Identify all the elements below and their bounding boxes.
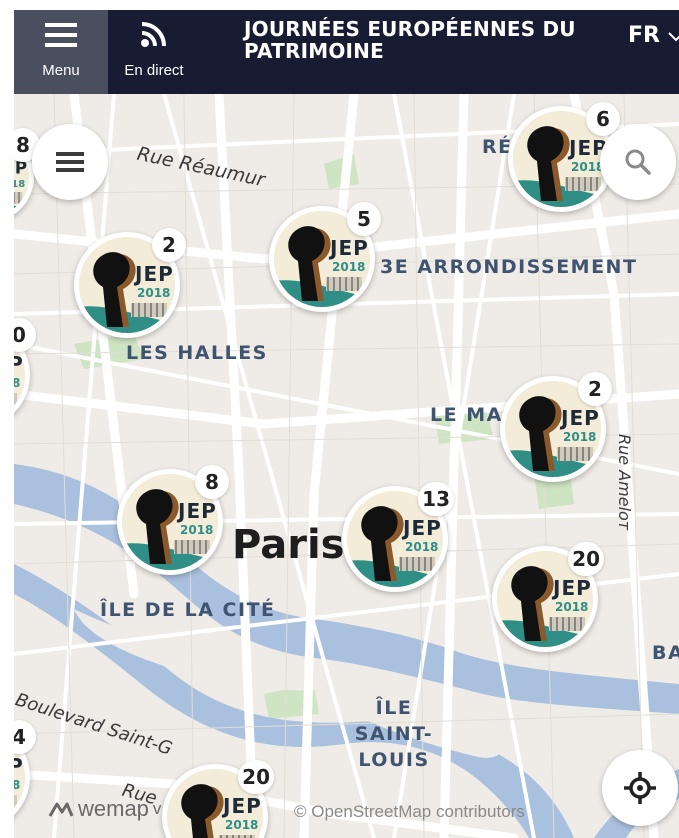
map-menu-button[interactable]: [32, 124, 108, 200]
wemap-brand[interactable]: wemap v: [48, 796, 161, 822]
svg-text:JEP: JEP: [14, 352, 24, 376]
cluster-marker[interactable]: JEP 2018 5: [269, 202, 381, 312]
cluster-count: 2: [578, 372, 612, 406]
rss-icon: [140, 22, 168, 48]
district-label-ba: BA: [652, 642, 679, 664]
district-label-le-marais: LE MA: [430, 404, 503, 426]
svg-text:2018: 2018: [332, 260, 365, 274]
cluster-marker[interactable]: JEP 2018 2: [500, 372, 612, 482]
svg-text:JEP: JEP: [133, 262, 174, 286]
top-navbar: Menu En direct JOURNÉES EUROPÉENNES DU P…: [14, 10, 679, 94]
crosshair-icon: [624, 772, 656, 804]
live-label: En direct: [124, 62, 184, 79]
svg-text:JEP: JEP: [176, 499, 217, 523]
cluster-count: 13: [418, 482, 454, 516]
cluster-count: 8: [195, 465, 229, 499]
svg-text:2018: 2018: [405, 540, 438, 554]
app-root: Menu En direct JOURNÉES EUROPÉENNES DU P…: [0, 0, 679, 838]
site-title: JOURNÉES EUROPÉENNES DU PATRIMOINE: [244, 17, 576, 63]
cluster-count: 5: [347, 202, 381, 236]
svg-text:2018: 2018: [225, 818, 258, 832]
language-selector[interactable]: FR: [628, 23, 679, 48]
map-view[interactable]: Rue Réaumur Boulevard Saint-G Rue Ameloт…: [14, 94, 679, 838]
list-icon: [56, 152, 84, 172]
svg-text:JEP: JEP: [559, 406, 600, 430]
street-label-amelot: Rue Ameloт: [615, 434, 634, 531]
menu-label: Menu: [42, 62, 80, 79]
svg-text:2018: 2018: [14, 778, 20, 792]
cluster-count: 2: [152, 228, 186, 262]
district-label-ile-de-la-cite: ÎLE DE LA CITÉ: [100, 599, 276, 621]
svg-text:2018: 2018: [14, 376, 20, 390]
locate-me-button[interactable]: [602, 750, 678, 826]
chevron-down-icon: [668, 23, 679, 48]
wemap-brand-text: wemap: [78, 796, 149, 821]
svg-text:2018: 2018: [555, 600, 588, 614]
svg-text:JEP: JEP: [14, 754, 24, 778]
hamburger-icon: [44, 22, 78, 48]
cluster-marker[interactable]: JEP 2018 2: [74, 228, 186, 338]
search-button[interactable]: [600, 124, 676, 200]
district-label-3e: 3E ARRONDISSEMENT: [380, 256, 638, 278]
svg-text:2018: 2018: [14, 179, 25, 190]
cluster-marker[interactable]: JEP 2018 13: [342, 482, 454, 592]
cluster-marker[interactable]: JEP 2018 20: [492, 542, 604, 652]
svg-text:JEP: JEP: [221, 794, 262, 818]
cluster-marker[interactable]: JEP 2018 6: [508, 102, 620, 212]
svg-text:2018: 2018: [563, 430, 596, 444]
language-code: FR: [628, 23, 660, 48]
svg-text:2018: 2018: [137, 286, 170, 300]
wemap-brand-suffix: v: [152, 799, 162, 818]
svg-text:JEP: JEP: [328, 236, 369, 260]
live-button[interactable]: En direct: [108, 10, 200, 94]
search-icon: [625, 149, 651, 175]
svg-text:JEP: JEP: [551, 576, 592, 600]
cluster-count: 20: [568, 542, 604, 576]
city-label: Paris: [232, 522, 345, 568]
district-label-ile-saint-louis: ÎLE SAINT-LOUIS: [354, 697, 434, 771]
map-attribution[interactable]: © OpenStreetMap contributors: [294, 802, 525, 822]
wemap-logo-icon: [48, 802, 74, 817]
district-label-les-halles: LES HALLES: [126, 342, 268, 364]
cluster-count: 20: [238, 760, 274, 794]
menu-button[interactable]: Menu: [14, 10, 108, 94]
svg-text:2018: 2018: [180, 523, 213, 537]
svg-text:JEP: JEP: [401, 516, 442, 540]
cluster-marker[interactable]: JEP 2018 8: [117, 465, 229, 575]
